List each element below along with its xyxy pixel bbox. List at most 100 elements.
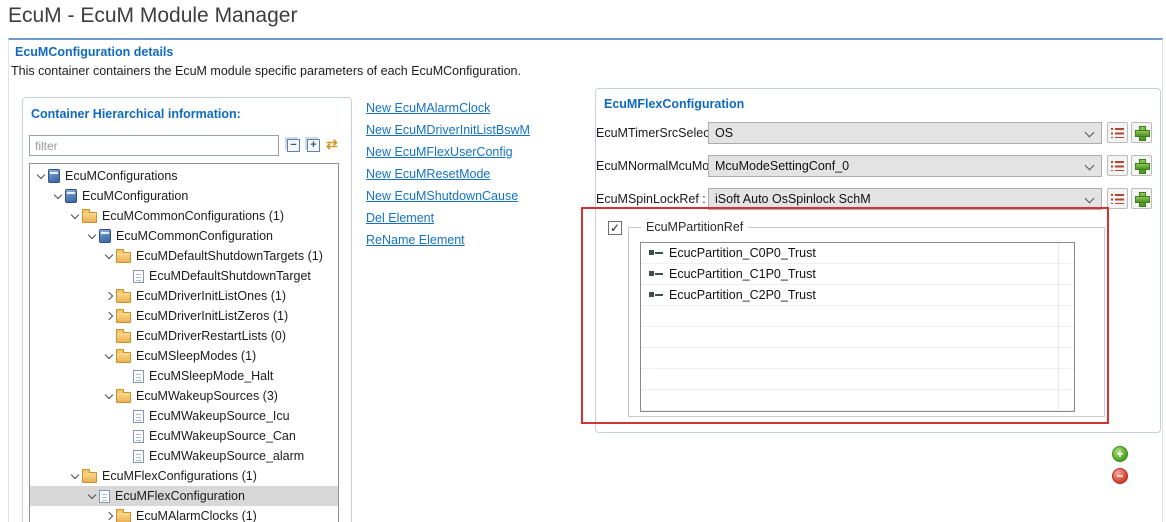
- tree-row[interactable]: EcuMConfiguration: [30, 186, 338, 206]
- expander-down-icon[interactable]: [102, 252, 116, 260]
- expander-down-icon[interactable]: [102, 392, 116, 400]
- tree-row[interactable]: EcuMCommonConfiguration: [30, 226, 338, 246]
- tree-row-label: EcuMDefaultShutdownTarget: [149, 269, 311, 283]
- folder-icon: [116, 392, 131, 403]
- expander-down-icon[interactable]: [85, 232, 99, 240]
- action-link[interactable]: New EcuMShutdownCause: [366, 185, 530, 207]
- chevron-down-icon: [105, 391, 113, 399]
- action-link[interactable]: New EcuMDriverInitListBswM: [366, 119, 530, 141]
- chevron-down-icon: [1085, 161, 1095, 171]
- partition-item-label: EcucPartition_C1P0_Trust: [669, 267, 816, 281]
- tree-row[interactable]: EcuMCommonConfigurations (1): [30, 206, 338, 226]
- action-link[interactable]: New EcuMResetMode: [366, 163, 530, 185]
- expander-down-icon[interactable]: [102, 352, 116, 360]
- folder-icon: [116, 352, 131, 363]
- tree-row[interactable]: EcuMDefaultShutdownTarget: [30, 266, 338, 286]
- add-partition-button[interactable]: +: [1112, 446, 1128, 462]
- form-row: EcuMNormalMcuModeRef :McuModeSettingConf…: [596, 155, 1160, 177]
- list-button[interactable]: [1107, 188, 1128, 209]
- add-button[interactable]: [1131, 122, 1152, 143]
- tree-row-label: EcuMDriverInitListZeros (1): [136, 309, 288, 323]
- module-icon: [99, 229, 111, 243]
- field-label: EcuMTimerSrcSelect :: [596, 126, 704, 140]
- field-select[interactable]: OS: [708, 122, 1102, 144]
- container-hierarchy-panel: Container Hierarchical information: − + …: [22, 97, 352, 522]
- list-button[interactable]: [1107, 155, 1128, 176]
- partition-list-item[interactable]: EcucPartition_C0P0_Trust: [641, 243, 1074, 264]
- tree-row[interactable]: EcuMAlarmClocks (1): [30, 506, 338, 522]
- collapse-all-icon[interactable]: −: [287, 139, 300, 152]
- folder-icon: [116, 292, 131, 303]
- list-button[interactable]: [1107, 122, 1128, 143]
- chevron-down-icon: [88, 231, 96, 239]
- flex-config-title: EcuMFlexConfiguration: [604, 97, 744, 111]
- partition-list-item[interactable]: EcucPartition_C1P0_Trust: [641, 264, 1074, 285]
- expander-down-icon[interactable]: [51, 192, 65, 200]
- action-links: New EcuMAlarmClockNew EcuMDriverInitList…: [366, 97, 530, 251]
- expander-right-icon[interactable]: [102, 513, 116, 519]
- partition-list-empty-row[interactable]: [641, 348, 1074, 369]
- tree-row[interactable]: EcuMWakeupSource_Icu: [30, 406, 338, 426]
- partition-item-icon: [649, 271, 663, 277]
- refresh-icon[interactable]: ⇄: [326, 136, 338, 153]
- list-icon: [1111, 127, 1124, 138]
- chevron-down-icon: [1085, 194, 1095, 204]
- chevron-down-icon: [37, 171, 45, 179]
- action-link[interactable]: Del Element: [366, 207, 530, 229]
- tree-row[interactable]: EcuMDriverInitListZeros (1): [30, 306, 338, 326]
- tree-row[interactable]: EcuMSleepMode_Halt: [30, 366, 338, 386]
- action-link[interactable]: ReName Element: [366, 229, 530, 251]
- tree-row[interactable]: EcuMDriverInitListOnes (1): [30, 286, 338, 306]
- action-link[interactable]: New EcuMFlexUserConfig: [366, 141, 530, 163]
- flex-config-panel: EcuMFlexConfiguration EcuMTimerSrcSelect…: [595, 88, 1161, 433]
- tree-row[interactable]: EcuMWakeupSource_Can: [30, 426, 338, 446]
- doc-icon: [133, 430, 144, 443]
- partition-list-empty-row[interactable]: [641, 306, 1074, 327]
- tree-row-label: EcuMSleepModes (1): [136, 349, 256, 363]
- field-select-value: OS: [715, 126, 733, 140]
- partition-list-item[interactable]: EcucPartition_C2P0_Trust: [641, 285, 1074, 306]
- ecum-module-manager-window: EcuM - EcuM Module Manager EcuMConfigura…: [0, 0, 1166, 522]
- partition-list-empty-row[interactable]: [641, 369, 1074, 390]
- tree-row[interactable]: EcuMFlexConfiguration: [30, 486, 338, 506]
- expander-down-icon[interactable]: [68, 212, 82, 220]
- remove-partition-button[interactable]: −: [1112, 468, 1128, 484]
- tree-row[interactable]: EcuMSleepModes (1): [30, 346, 338, 366]
- tree-row[interactable]: EcuMFlexConfigurations (1): [30, 466, 338, 486]
- tree-row-label: EcuMAlarmClocks (1): [136, 509, 257, 522]
- tree-row[interactable]: EcuMWakeupSources (3): [30, 386, 338, 406]
- partition-list-empty-row[interactable]: [641, 390, 1074, 411]
- tree-row[interactable]: EcuMDriverRestartLists (0): [30, 326, 338, 346]
- partition-list-empty-row[interactable]: [641, 327, 1074, 348]
- partition-fieldset: EcuMPartitionRef EcucPartition_C0P0_Trus…: [628, 227, 1105, 417]
- tree-row[interactable]: EcuMDefaultShutdownTargets (1): [30, 246, 338, 266]
- hierarchy-tree: EcuMConfigurationsEcuMConfigurationEcuMC…: [29, 163, 339, 522]
- tree-row-label: EcuMDriverInitListOnes (1): [136, 289, 286, 303]
- doc-icon: [133, 410, 144, 423]
- chevron-down-icon: [105, 251, 113, 259]
- add-button[interactable]: [1131, 155, 1152, 176]
- expander-down-icon[interactable]: [68, 472, 82, 480]
- chevron-down-icon: [54, 191, 62, 199]
- expander-down-icon[interactable]: [34, 172, 48, 180]
- field-select[interactable]: iSoft Auto OsSpinlock SchM: [708, 188, 1102, 210]
- add-button[interactable]: [1131, 188, 1152, 209]
- partition-item-icon: [649, 292, 663, 298]
- field-select[interactable]: McuModeSettingConf_0: [708, 155, 1102, 177]
- partition-list[interactable]: EcucPartition_C0P0_Trust EcucPartition_C1…: [640, 242, 1075, 412]
- expander-down-icon[interactable]: [85, 492, 99, 500]
- tree-row-label: EcuMDefaultShutdownTargets (1): [136, 249, 323, 263]
- tree-row[interactable]: EcuMConfigurations: [30, 166, 338, 186]
- form-row: EcuMSpinLockRef :iSoft Auto OsSpinlock S…: [596, 188, 1160, 210]
- expander-right-icon[interactable]: [102, 313, 116, 319]
- doc-icon: [133, 370, 144, 383]
- hierarchy-panel-title: Container Hierarchical information:: [31, 107, 241, 121]
- folder-icon: [82, 212, 97, 223]
- filter-input[interactable]: [29, 135, 279, 156]
- tree-row[interactable]: EcuMWakeupSource_alarm: [30, 446, 338, 466]
- partition-checkbox[interactable]: ✓: [608, 221, 622, 235]
- expander-right-icon[interactable]: [102, 293, 116, 299]
- action-link[interactable]: New EcuMAlarmClock: [366, 97, 530, 119]
- expand-all-icon[interactable]: +: [307, 139, 320, 152]
- tree-row-label: EcuMConfigurations: [65, 169, 178, 183]
